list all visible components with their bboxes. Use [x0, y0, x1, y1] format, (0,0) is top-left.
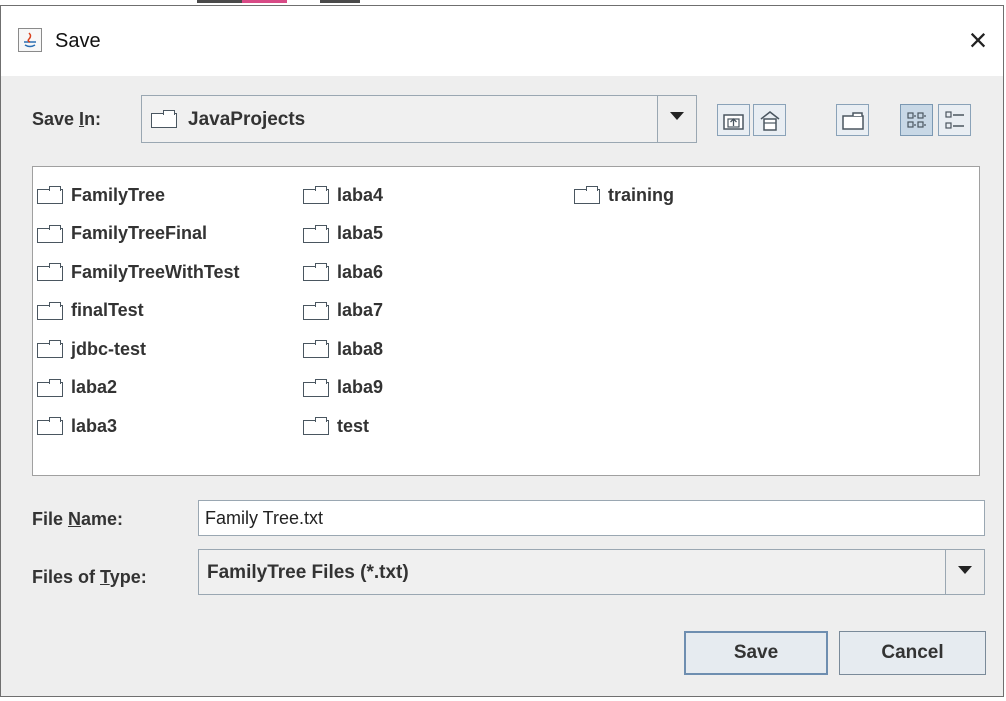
folder-item[interactable]: laba6: [303, 253, 383, 292]
folder-name: laba3: [71, 415, 118, 436]
folder-name: training: [608, 184, 674, 205]
folder-name: laba8: [337, 338, 384, 359]
folder-icon: [303, 378, 329, 397]
folder-item[interactable]: training: [574, 176, 674, 215]
cancel-button[interactable]: Cancel: [839, 631, 986, 675]
folder-icon: [303, 301, 329, 320]
file-list-column: laba4 laba5 laba6 laba7 laba8 laba9 test: [303, 176, 383, 446]
folder-item[interactable]: laba7: [303, 292, 383, 331]
list-view-button[interactable]: [900, 104, 933, 136]
files-of-type-combo[interactable]: FamilyTree Files (*.txt): [198, 549, 985, 595]
folder-name: FamilyTreeWithTest: [71, 261, 240, 282]
list-view-icon: [907, 112, 926, 128]
folder-item[interactable]: FamilyTreeFinal: [37, 215, 240, 254]
window-title: Save: [55, 30, 101, 52]
save-dialog: Save × Save In: JavaProjects FamilyTree …: [0, 5, 1004, 697]
folder-icon: [37, 301, 63, 320]
save-in-value: JavaProjects: [188, 109, 306, 130]
home-button[interactable]: [753, 104, 786, 136]
files-of-type-label: Files of Type:: [32, 567, 147, 587]
file-list-column: training: [574, 176, 674, 215]
folder-icon: [37, 186, 63, 205]
files-of-type-value: FamilyTree Files (*.txt): [207, 562, 409, 583]
folder-item[interactable]: finalTest: [37, 292, 240, 331]
folder-icon: [37, 263, 63, 282]
file-name-label: File Name:: [32, 509, 124, 529]
file-list-column: FamilyTree FamilyTreeFinal FamilyTreeWithT…: [37, 176, 240, 446]
home-icon: [760, 111, 780, 131]
folder-icon: [37, 340, 63, 359]
folder-name: laba2: [71, 377, 118, 398]
folder-icon: [303, 340, 329, 359]
folder-item[interactable]: laba2: [37, 369, 240, 408]
save-button[interactable]: Save: [684, 631, 828, 675]
up-one-level-button[interactable]: [717, 104, 750, 136]
java-app-icon: [18, 28, 42, 52]
folder-name: laba9: [337, 377, 384, 398]
save-in-combo[interactable]: JavaProjects: [141, 95, 697, 143]
folder-name: laba6: [337, 261, 384, 282]
folder-item[interactable]: FamilyTree: [37, 176, 240, 215]
folder-name: laba5: [337, 223, 384, 244]
title-bar: Save ×: [1, 6, 1003, 76]
new-folder-button[interactable]: [836, 104, 869, 136]
folder-icon: [37, 224, 63, 243]
folder-name: finalTest: [71, 300, 144, 321]
folder-icon: [303, 417, 329, 436]
up-one-level-icon: [723, 114, 744, 130]
folder-name: jdbc-test: [71, 338, 147, 359]
folder-item[interactable]: laba9: [303, 369, 383, 408]
folder-icon: [303, 224, 329, 243]
save-in-label: Save In:: [32, 109, 102, 129]
folder-item[interactable]: laba4: [303, 176, 383, 215]
folder-item[interactable]: test: [303, 407, 383, 446]
files-of-type-dropdown-button[interactable]: [945, 550, 984, 594]
folder-icon: [151, 110, 177, 128]
file-list[interactable]: FamilyTree FamilyTreeFinal FamilyTreeWithT…: [32, 166, 980, 476]
folder-item[interactable]: laba5: [303, 215, 383, 254]
file-name-input[interactable]: Family Tree.txt: [198, 500, 985, 536]
close-icon[interactable]: ×: [958, 20, 998, 60]
save-in-dropdown-button[interactable]: [657, 96, 696, 142]
folder-icon: [574, 186, 600, 205]
folder-name: laba4: [337, 184, 384, 205]
folder-icon: [37, 417, 63, 436]
folder-item[interactable]: jdbc-test: [37, 330, 240, 369]
details-view-icon: [945, 111, 964, 129]
details-view-button[interactable]: [938, 104, 971, 136]
folder-name: laba7: [337, 300, 384, 321]
folder-icon: [303, 186, 329, 205]
folder-name: test: [337, 415, 370, 436]
folder-name: FamilyTree: [71, 184, 166, 205]
folder-name: FamilyTreeFinal: [71, 223, 208, 244]
folder-icon: [303, 263, 329, 282]
folder-icon: [37, 378, 63, 397]
folder-item[interactable]: FamilyTreeWithTest: [37, 253, 240, 292]
folder-item[interactable]: laba8: [303, 330, 383, 369]
folder-item[interactable]: laba3: [37, 407, 240, 446]
new-folder-icon: [842, 112, 864, 130]
